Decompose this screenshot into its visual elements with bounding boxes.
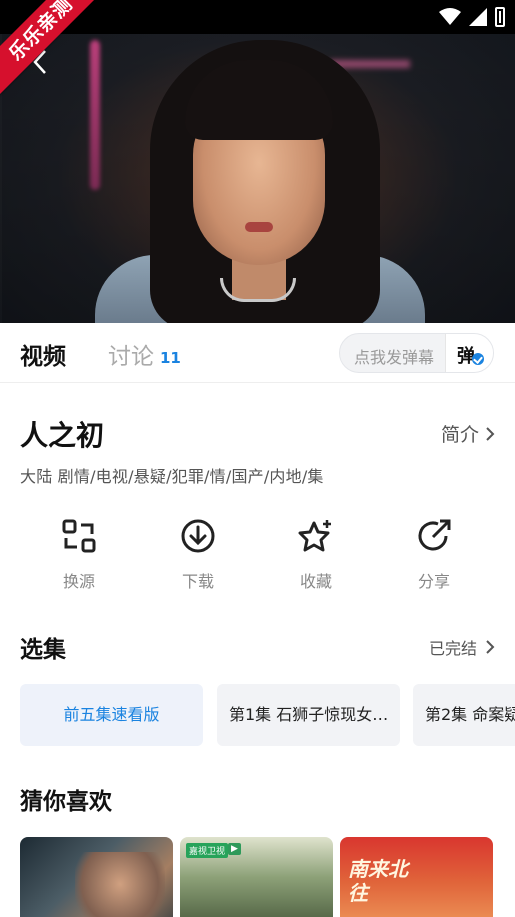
download-label: 下载 [181,572,214,591]
video-figure-necklace [220,278,296,302]
discuss-count-badge: 11 [160,349,181,367]
wifi-icon [439,8,461,25]
recommend-poster[interactable] [20,837,173,917]
chevron-right-icon [486,640,495,654]
poster-image [75,852,165,917]
episode-list: 前五集速看版 第1集 石狮子惊现女… 第2集 命案疑 [20,684,515,746]
danmaku-bar: 点我发弹幕 弹 [339,333,494,373]
video-figure-lips [245,222,273,232]
recommend-heading: 猜你喜欢 [20,789,112,815]
recommend-poster[interactable]: 南来北往 [340,837,493,917]
poster-badge: 嘉视卫视 [186,843,229,858]
video-player[interactable]: 乐乐亲测 [0,0,515,323]
danmaku-toggle-button[interactable]: 弹 [445,334,493,372]
chevron-right-icon [486,426,495,441]
episodes-status-link[interactable]: 已完结 [429,635,495,659]
share-label: 分享 [417,572,450,591]
tab-video[interactable]: 视频 [20,337,66,371]
check-badge-icon [472,353,484,365]
action-row: 换源 下载 收藏 分享 [0,518,515,598]
switch-source-label: 换源 [62,572,95,591]
episodes-status-label: 已完结 [428,639,477,658]
favorite-label: 收藏 [299,572,332,591]
battery-icon [495,7,505,27]
intro-link[interactable]: 简介 [441,420,495,447]
intro-link-label: 简介 [440,424,479,446]
show-tags: 大陆 剧情/电视/悬疑/犯罪/情/国产/内地/集 [20,467,324,486]
poster-logo: ▶ [228,843,241,855]
recommend-poster[interactable]: 嘉视卫视 ▶ [180,837,333,917]
tab-discuss[interactable]: 讨论 [108,337,154,371]
signal-icon [469,8,487,26]
tab-bar: 视频 讨论 11 点我发弹幕 弹 [0,323,515,383]
share-button[interactable]: 分享 [394,518,474,592]
share-icon [418,519,451,551]
switch-source-button[interactable]: 换源 [39,518,119,592]
switch-source-icon [62,519,96,553]
episode-quick-view[interactable]: 前五集速看版 [20,684,203,746]
video-neon-light [90,40,100,190]
episode-item[interactable]: 第2集 命案疑 [413,684,515,746]
favorite-button[interactable]: 收藏 [276,518,356,592]
episode-item[interactable]: 第1集 石狮子惊现女… [217,684,400,746]
danmaku-input[interactable]: 点我发弹幕 [354,344,434,368]
poster-title: 南来北往 [348,857,408,905]
status-icons [439,7,505,27]
download-button[interactable]: 下载 [158,518,238,592]
download-icon [181,519,215,553]
show-title: 人之初 [20,419,105,452]
episodes-heading: 选集 [20,637,66,663]
star-add-icon [298,520,331,552]
page: 乐乐亲测 视频 讨论 11 点我发弹幕 弹 人之初 简介 大陆 剧情/电视/悬疑… [0,0,515,917]
recommend-list: 嘉视卫视 ▶ 南来北往 [20,837,515,917]
